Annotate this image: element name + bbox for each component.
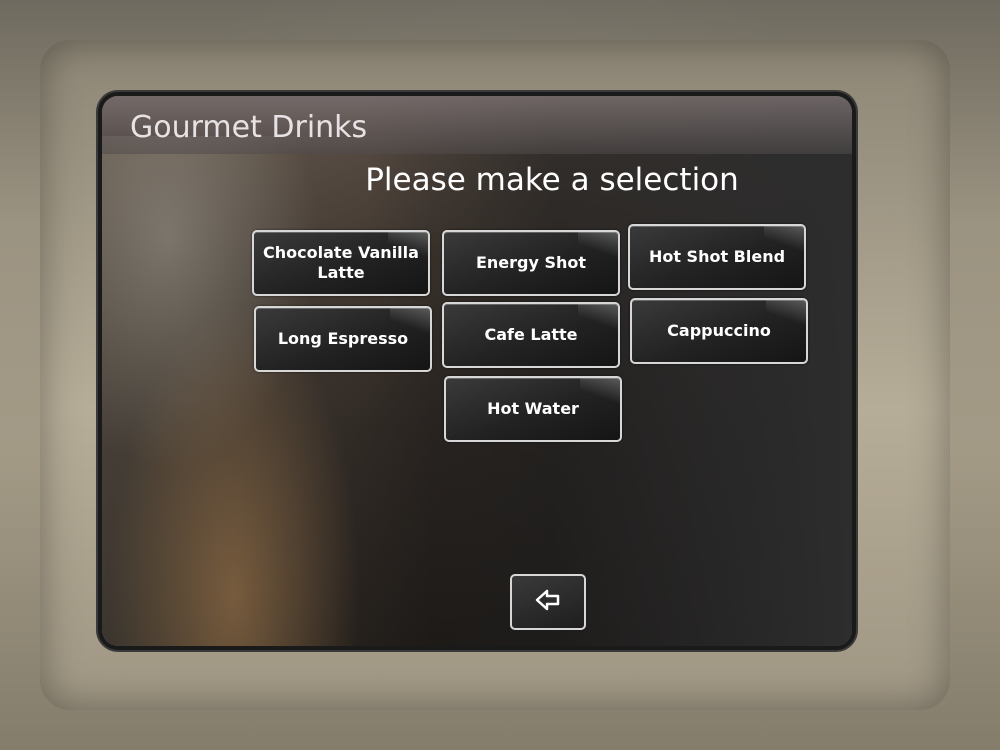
screen-reflection: [102, 136, 432, 646]
button-label: Long Espresso: [277, 329, 409, 348]
back-button[interactable]: [510, 574, 586, 630]
energy-shot-button[interactable]: Energy Shot: [442, 230, 620, 296]
long-espresso-button[interactable]: Long Espresso: [254, 306, 432, 372]
page-title: Gourmet Drinks: [130, 110, 368, 145]
button-label: Hot Water: [487, 399, 579, 418]
selection-prompt: Please make a selection: [365, 162, 739, 198]
hot-shot-blend-button[interactable]: Hot Shot Blend: [628, 224, 806, 290]
hot-water-button[interactable]: Hot Water: [444, 376, 622, 442]
chocolate-vanilla-latte-button[interactable]: Chocolate Vanilla Latte: [252, 230, 430, 296]
button-label: Energy Shot: [475, 253, 587, 272]
title-bar: Gourmet Drinks: [102, 96, 852, 154]
button-label: Chocolate Vanilla Latte: [263, 243, 419, 282]
button-label: Cappuccino: [667, 321, 771, 340]
cappuccino-button[interactable]: Cappuccino: [630, 298, 808, 364]
button-label: Cafe Latte: [484, 325, 578, 344]
back-arrow-icon: [535, 589, 561, 615]
cafe-latte-button[interactable]: Cafe Latte: [442, 302, 620, 368]
touch-screen: Gourmet Drinks Please make a selection C…: [102, 96, 852, 646]
button-label: Hot Shot Blend: [648, 247, 786, 266]
